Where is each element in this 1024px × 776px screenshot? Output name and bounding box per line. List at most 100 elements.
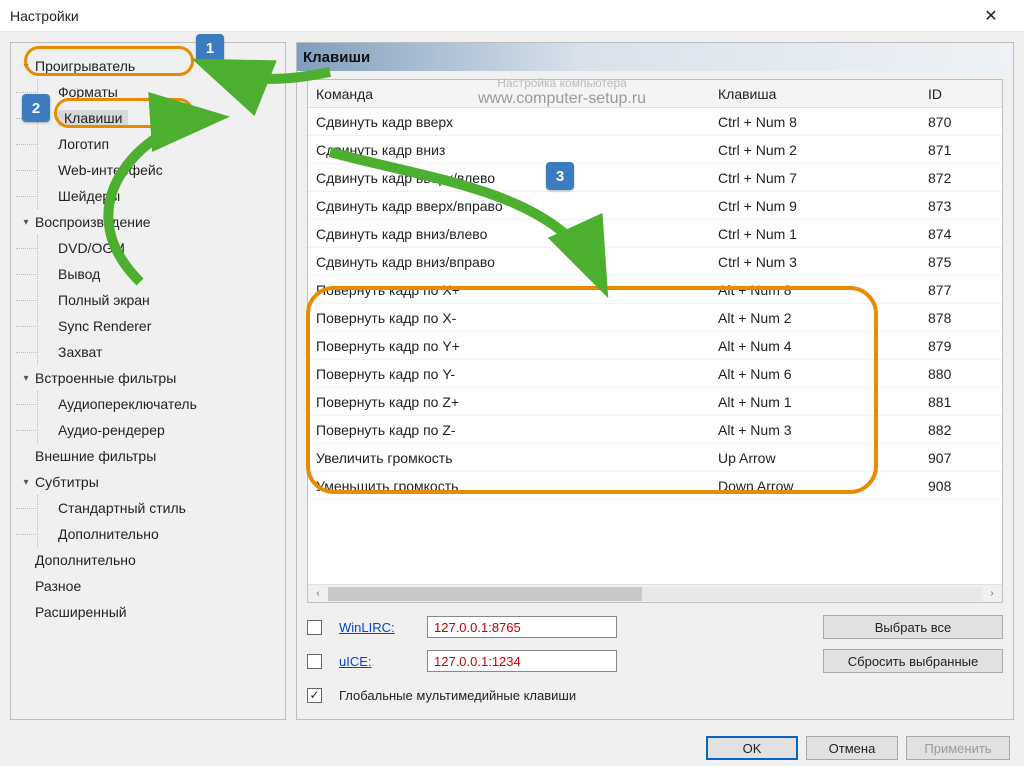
tree-item[interactable]: ▾Субтитры — [15, 469, 279, 495]
table-row[interactable]: Уменьшить громкостьDown Arrow908 — [308, 472, 1002, 500]
table-row[interactable]: Сдвинуть кадр вверх/вправоCtrl + Num 987… — [308, 192, 1002, 220]
cell-command: Сдвинуть кадр вверх — [308, 114, 710, 130]
cell-command: Сдвинуть кадр вниз/вправо — [308, 254, 710, 270]
tree-item[interactable]: Внешние фильтры — [15, 443, 279, 469]
cell-command: Повернуть кадр по X+ — [308, 282, 710, 298]
winlirc-address-input[interactable]: 127.0.0.1:8765 — [427, 616, 617, 638]
reset-selected-button[interactable]: Сбросить выбранные — [823, 649, 1003, 673]
cell-command: Увеличить громкость — [308, 450, 710, 466]
titlebar: Настройки ✕ — [0, 0, 1024, 32]
tree-item[interactable]: Шейдеры — [38, 183, 279, 209]
twisty-icon: ▾ — [19, 61, 33, 72]
column-command[interactable]: Команда — [308, 86, 710, 102]
tree-item-label: Стандартный стиль — [58, 500, 186, 516]
cell-id: 877 — [920, 282, 984, 298]
tree-item-label: Расширенный — [35, 604, 127, 620]
cell-id: 871 — [920, 142, 984, 158]
tree-item[interactable]: ▾Воспроизведение — [15, 209, 279, 235]
scroll-thumb[interactable] — [328, 587, 642, 601]
tree-item[interactable]: Полный экран — [38, 287, 279, 313]
tree-item[interactable]: Стандартный стиль — [38, 495, 279, 521]
horizontal-scrollbar[interactable]: ‹ › — [308, 584, 1002, 602]
cell-id: 872 — [920, 170, 984, 186]
select-all-button[interactable]: Выбрать все — [823, 615, 1003, 639]
table-row[interactable]: Повернуть кадр по X-Alt + Num 2878 — [308, 304, 1002, 332]
tree-item-label: Захват — [58, 344, 102, 360]
cell-key: Ctrl + Num 2 — [710, 142, 920, 158]
table-row[interactable]: Увеличить громкостьUp Arrow907 — [308, 444, 1002, 472]
table-row[interactable]: Повернуть кадр по Z-Alt + Num 3882 — [308, 416, 1002, 444]
tree-item[interactable]: ▾Встроенные фильтры — [15, 365, 279, 391]
table-row[interactable]: Сдвинуть кадр вниз/вправоCtrl + Num 3875 — [308, 248, 1002, 276]
cell-command: Повернуть кадр по Z- — [308, 422, 710, 438]
window-close-button[interactable]: ✕ — [968, 0, 1014, 32]
twisty-icon: ▾ — [19, 477, 33, 488]
tree-item-label: Субтитры — [35, 474, 99, 490]
cell-id: 874 — [920, 226, 984, 242]
tree-item-label: DVD/OGM — [58, 240, 125, 256]
table-row[interactable]: Сдвинуть кадр вверх/влевоCtrl + Num 7872 — [308, 164, 1002, 192]
tree-item-label: Логотип — [58, 136, 109, 152]
cell-key: Ctrl + Num 9 — [710, 198, 920, 214]
cancel-button[interactable]: Отмена — [806, 736, 898, 760]
tree-item[interactable]: Вывод — [38, 261, 279, 287]
scroll-right-icon[interactable]: › — [984, 587, 1000, 601]
tree-item[interactable]: Форматы — [38, 79, 279, 105]
uice-checkbox[interactable] — [307, 654, 322, 669]
cell-key: Alt + Num 3 — [710, 422, 920, 438]
table-row[interactable]: Повернуть кадр по X+Alt + Num 8877 — [308, 276, 1002, 304]
tree-item-label: Web-интерфейс — [58, 162, 163, 178]
cell-id: 907 — [920, 450, 984, 466]
tree-item-label: Аудиопереключатель — [58, 396, 197, 412]
cell-key: Ctrl + Num 3 — [710, 254, 920, 270]
cell-key: Ctrl + Num 8 — [710, 114, 920, 130]
tree-item[interactable]: Логотип — [38, 131, 279, 157]
cell-command: Повернуть кадр по Y+ — [308, 338, 710, 354]
winlirc-checkbox[interactable] — [307, 620, 322, 635]
table-row[interactable]: Повернуть кадр по Z+Alt + Num 1881 — [308, 388, 1002, 416]
table-row[interactable]: Повернуть кадр по Y+Alt + Num 4879 — [308, 332, 1002, 360]
twisty-icon: ▾ — [19, 373, 33, 384]
tree-item[interactable]: Аудио-рендерер — [38, 417, 279, 443]
scroll-left-icon[interactable]: ‹ — [310, 587, 326, 601]
tree-item[interactable]: Захват — [38, 339, 279, 365]
tree-item[interactable]: Web-интерфейс — [38, 157, 279, 183]
tree-item-label: Вывод — [58, 266, 100, 282]
column-key[interactable]: Клавиша — [710, 86, 920, 102]
tree-item[interactable]: DVD/OGM — [38, 235, 279, 261]
tree-item-label: Внешние фильтры — [35, 448, 156, 464]
cell-id: 881 — [920, 394, 984, 410]
tree-item[interactable]: ▾Проигрыватель — [15, 53, 279, 79]
cell-key: Alt + Num 8 — [710, 282, 920, 298]
table-row[interactable]: Сдвинуть кадр вниз/влевоCtrl + Num 1874 — [308, 220, 1002, 248]
tree-item[interactable]: Sync Renderer — [38, 313, 279, 339]
settings-tree-panel: ▾ПроигрывательФорматыКлавишиЛоготипWeb-и… — [10, 42, 286, 720]
cell-key: Alt + Num 2 — [710, 310, 920, 326]
tree-item[interactable]: Клавиши — [38, 105, 279, 131]
tree-item[interactable]: Разное — [15, 573, 279, 599]
table-row[interactable]: Повернуть кадр по Y-Alt + Num 6880 — [308, 360, 1002, 388]
ok-button[interactable]: OK — [706, 736, 798, 760]
tree-item[interactable]: Дополнительно — [38, 521, 279, 547]
cell-key: Alt + Num 1 — [710, 394, 920, 410]
scroll-track[interactable] — [328, 587, 982, 601]
column-id[interactable]: ID — [920, 86, 984, 102]
tree-item[interactable]: Расширенный — [15, 599, 279, 625]
table-body[interactable]: Сдвинуть кадр вверхCtrl + Num 8870Сдвину… — [308, 108, 1002, 584]
apply-button[interactable]: Применить — [906, 736, 1010, 760]
tree-item[interactable]: Аудиопереключатель — [38, 391, 279, 417]
uice-address-input[interactable]: 127.0.0.1:1234 — [427, 650, 617, 672]
table-row[interactable]: Сдвинуть кадр внизCtrl + Num 2871 — [308, 136, 1002, 164]
cell-id: 882 — [920, 422, 984, 438]
cell-key: Ctrl + Num 1 — [710, 226, 920, 242]
cell-key: Ctrl + Num 7 — [710, 170, 920, 186]
tree-item-label: Проигрыватель — [35, 58, 135, 74]
keys-table: Команда Клавиша ID Сдвинуть кадр вверхCt… — [307, 79, 1003, 603]
tree-item[interactable]: Дополнительно — [15, 547, 279, 573]
cell-id: 870 — [920, 114, 984, 130]
uice-label[interactable]: uICE: — [339, 654, 419, 669]
table-row[interactable]: Сдвинуть кадр вверхCtrl + Num 8870 — [308, 108, 1002, 136]
winlirc-label[interactable]: WinLIRC: — [339, 620, 419, 635]
global-keys-checkbox[interactable] — [307, 688, 322, 703]
cell-key: Down Arrow — [710, 478, 920, 494]
